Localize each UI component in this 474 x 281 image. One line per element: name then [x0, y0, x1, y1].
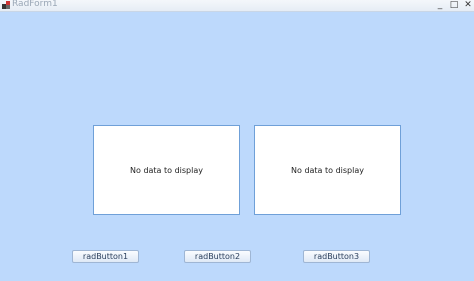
title-bar[interactable]: RadForm1 _ □ ✕	[0, 0, 474, 12]
empty-message: No data to display	[130, 165, 203, 175]
minimize-button[interactable]: _	[434, 0, 446, 11]
empty-message: No data to display	[291, 165, 364, 175]
app-icon	[2, 1, 10, 9]
rad-button-3[interactable]: radButton3	[303, 250, 370, 263]
window-title: RadForm1	[12, 0, 58, 9]
data-panel-1[interactable]: No data to display	[93, 125, 240, 215]
maximize-button[interactable]: □	[448, 0, 460, 11]
close-button[interactable]: ✕	[462, 0, 474, 11]
data-panel-2[interactable]: No data to display	[254, 125, 401, 215]
rad-button-1[interactable]: radButton1	[72, 250, 139, 263]
rad-form-window: RadForm1 _ □ ✕ No data to display No dat…	[0, 0, 474, 281]
rad-button-2[interactable]: radButton2	[184, 250, 251, 263]
